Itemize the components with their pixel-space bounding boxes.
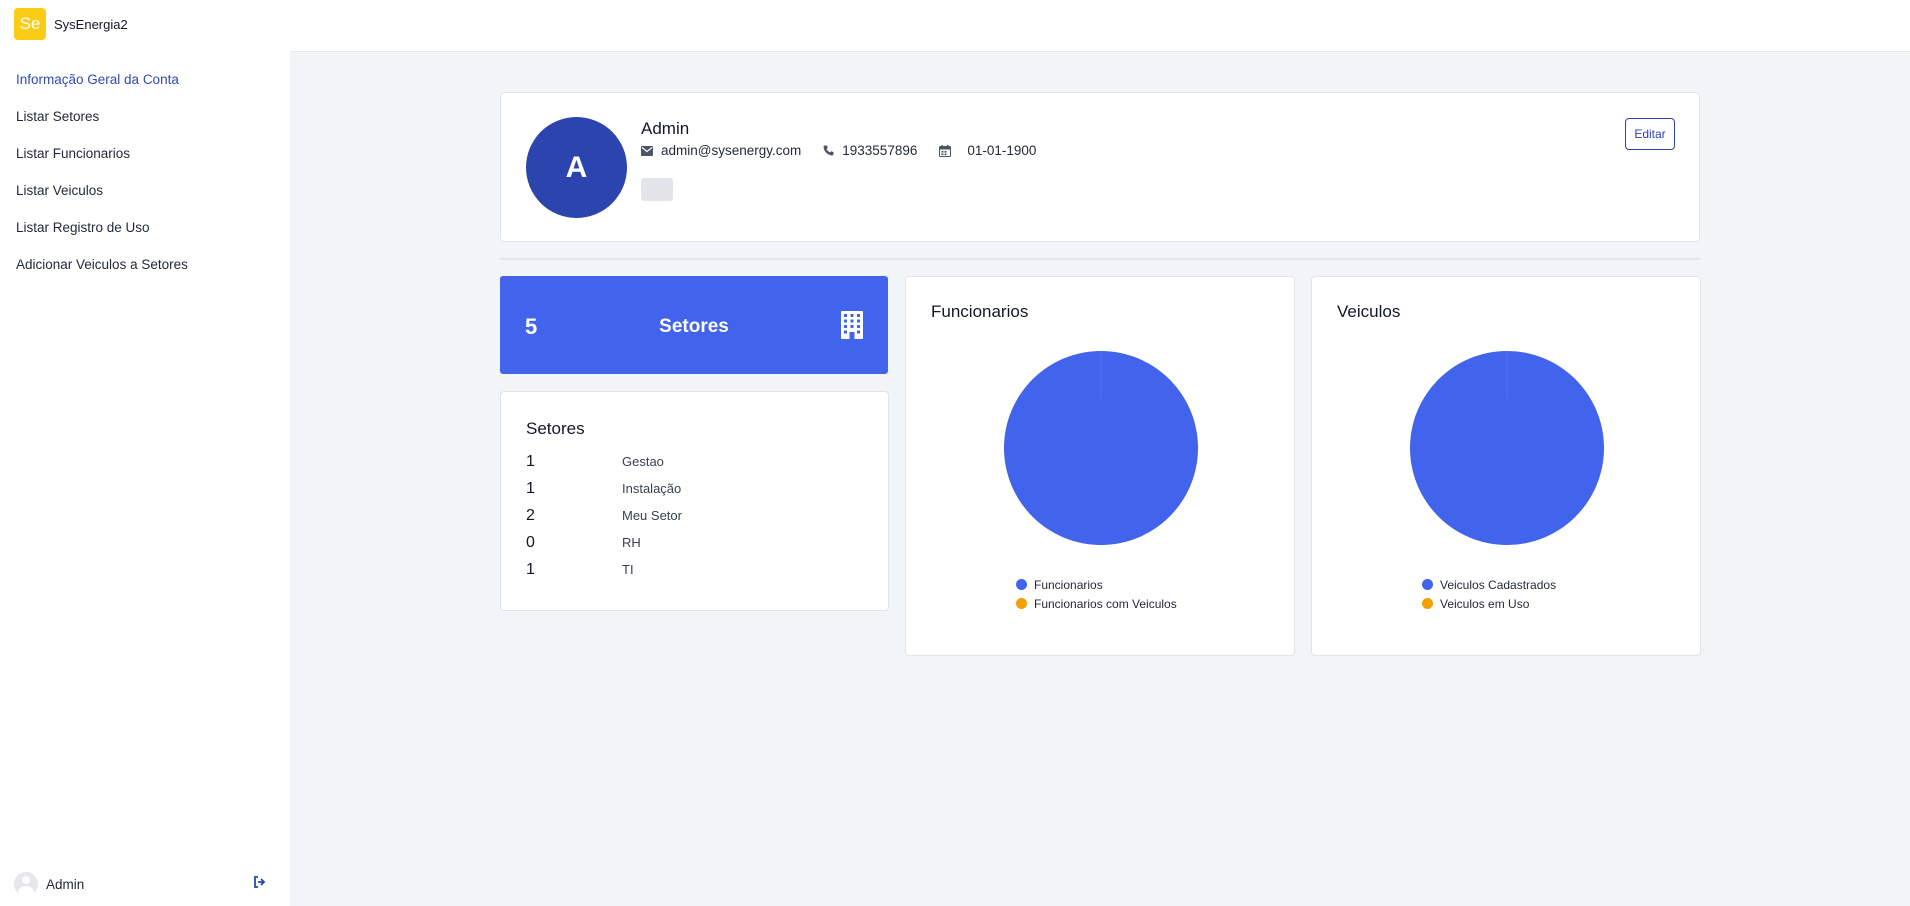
- profile-email-item: admin@sysenergy.com: [641, 143, 801, 158]
- sidebar-user-name: Admin: [46, 876, 85, 892]
- profile-date: 01-01-1900: [967, 143, 1037, 158]
- profile-meta: admin@sysenergy.com 1933557896 01-01-190…: [641, 143, 1058, 158]
- sectors-stat-card: 5 Setores: [500, 276, 888, 374]
- edit-button[interactable]: Editar: [1625, 118, 1675, 150]
- list-item-name: Instalação: [622, 481, 682, 496]
- building-icon: [841, 311, 863, 339]
- list-item: 1 Instalação: [526, 475, 866, 502]
- list-item-name: RH: [622, 535, 641, 550]
- veiculos-pie-chart: [1410, 351, 1604, 545]
- section-divider: [500, 258, 1700, 260]
- chart-legend: Veiculos Cadastrados Veiculos em Uso: [1422, 575, 1556, 613]
- profile-name: Admin: [641, 119, 690, 138]
- list-item-name: Meu Setor: [622, 508, 682, 523]
- list-item-count: 0: [526, 533, 535, 551]
- top-bar: [290, 0, 1910, 52]
- legend-swatch: [1016, 598, 1027, 609]
- legend-label: Veiculos Cadastrados: [1440, 577, 1557, 592]
- chart-title: Veiculos: [1337, 302, 1401, 321]
- sidebar-nav: Informação Geral da Conta Listar Setores…: [16, 70, 188, 292]
- sidebar-item-listar-funcionarios[interactable]: Listar Funcionarios: [16, 144, 188, 181]
- sidebar-item-listar-registro-uso[interactable]: Listar Registro de Uso: [16, 218, 188, 255]
- sidebar-item-listar-veiculos[interactable]: Listar Veiculos: [16, 181, 188, 218]
- legend-item-veiculos-cadastrados[interactable]: Veiculos Cadastrados: [1422, 575, 1556, 594]
- legend-label: Funcionarios com Veiculos: [1034, 596, 1177, 611]
- legend-item-veiculos-em-uso[interactable]: Veiculos em Uso: [1422, 594, 1556, 613]
- list-item-name: TI: [622, 562, 634, 577]
- sidebar-item-informacao-geral[interactable]: Informação Geral da Conta: [16, 70, 188, 107]
- legend-label: Veiculos em Uso: [1440, 596, 1530, 611]
- chart-title: Funcionarios: [931, 302, 1029, 321]
- funcionarios-pie-chart: [1004, 351, 1198, 545]
- list-item-count: 1: [526, 560, 535, 578]
- list-item-name: Gestao: [622, 454, 664, 469]
- legend-swatch: [1016, 579, 1027, 590]
- sign-out-icon[interactable]: [253, 875, 266, 893]
- list-item: 0 RH: [526, 529, 866, 556]
- veiculos-chart-card: Veiculos Veiculos Cadastrados Veiculos e…: [1311, 276, 1701, 656]
- profile-role-badge: [641, 178, 673, 201]
- profile-avatar: A: [526, 117, 627, 218]
- app-logo: Se: [14, 8, 46, 40]
- profile-email: admin@sysenergy.com: [661, 143, 802, 158]
- sidebar: Se SysEnergia2 Informação Geral da Conta…: [0, 0, 290, 906]
- sidebar-item-listar-setores[interactable]: Listar Setores: [16, 107, 188, 144]
- legend-swatch: [1422, 598, 1433, 609]
- legend-swatch: [1422, 579, 1433, 590]
- profile-date-item: 01-01-1900: [939, 143, 1036, 158]
- sidebar-user: Admin: [14, 872, 274, 896]
- user-avatar-icon: [14, 872, 38, 896]
- list-item: 2 Meu Setor: [526, 502, 866, 529]
- list-item-count: 2: [526, 506, 535, 524]
- list-item-count: 1: [526, 479, 535, 497]
- funcionarios-chart-card: Funcionarios Funcionarios Funcionarios c…: [905, 276, 1295, 656]
- list-item: 1 TI: [526, 556, 866, 583]
- sectors-stat-label: Setores: [659, 316, 729, 337]
- list-item-count: 1: [526, 452, 535, 470]
- app-name: SysEnergia2: [54, 16, 128, 32]
- profile-phone-item: 1933557896: [823, 143, 917, 158]
- calendar-icon: [939, 144, 952, 157]
- chart-legend: Funcionarios Funcionarios com Veiculos: [1016, 575, 1177, 613]
- list-item: 1 Gestao: [526, 448, 866, 475]
- profile-phone: 1933557896: [842, 143, 918, 158]
- legend-item-funcionarios-com-veiculos[interactable]: Funcionarios com Veiculos: [1016, 594, 1177, 613]
- sidebar-item-adicionar-veiculos[interactable]: Adicionar Veiculos a Setores: [16, 255, 188, 292]
- sectors-list-card: Setores 1 Gestao 1 Instalação 2 Meu Seto…: [500, 391, 889, 611]
- profile-card: A Admin admin@sysenergy.com 1933557896 0…: [500, 92, 1700, 242]
- sectors-list: 1 Gestao 1 Instalação 2 Meu Setor 0 RH 1…: [526, 448, 866, 583]
- sectors-list-title: Setores: [526, 419, 585, 438]
- legend-item-funcionarios[interactable]: Funcionarios: [1016, 575, 1177, 594]
- legend-label: Funcionarios: [1034, 577, 1103, 592]
- phone-icon: [823, 145, 834, 156]
- brand[interactable]: Se SysEnergia2: [14, 8, 128, 40]
- envelope-icon: [641, 145, 653, 156]
